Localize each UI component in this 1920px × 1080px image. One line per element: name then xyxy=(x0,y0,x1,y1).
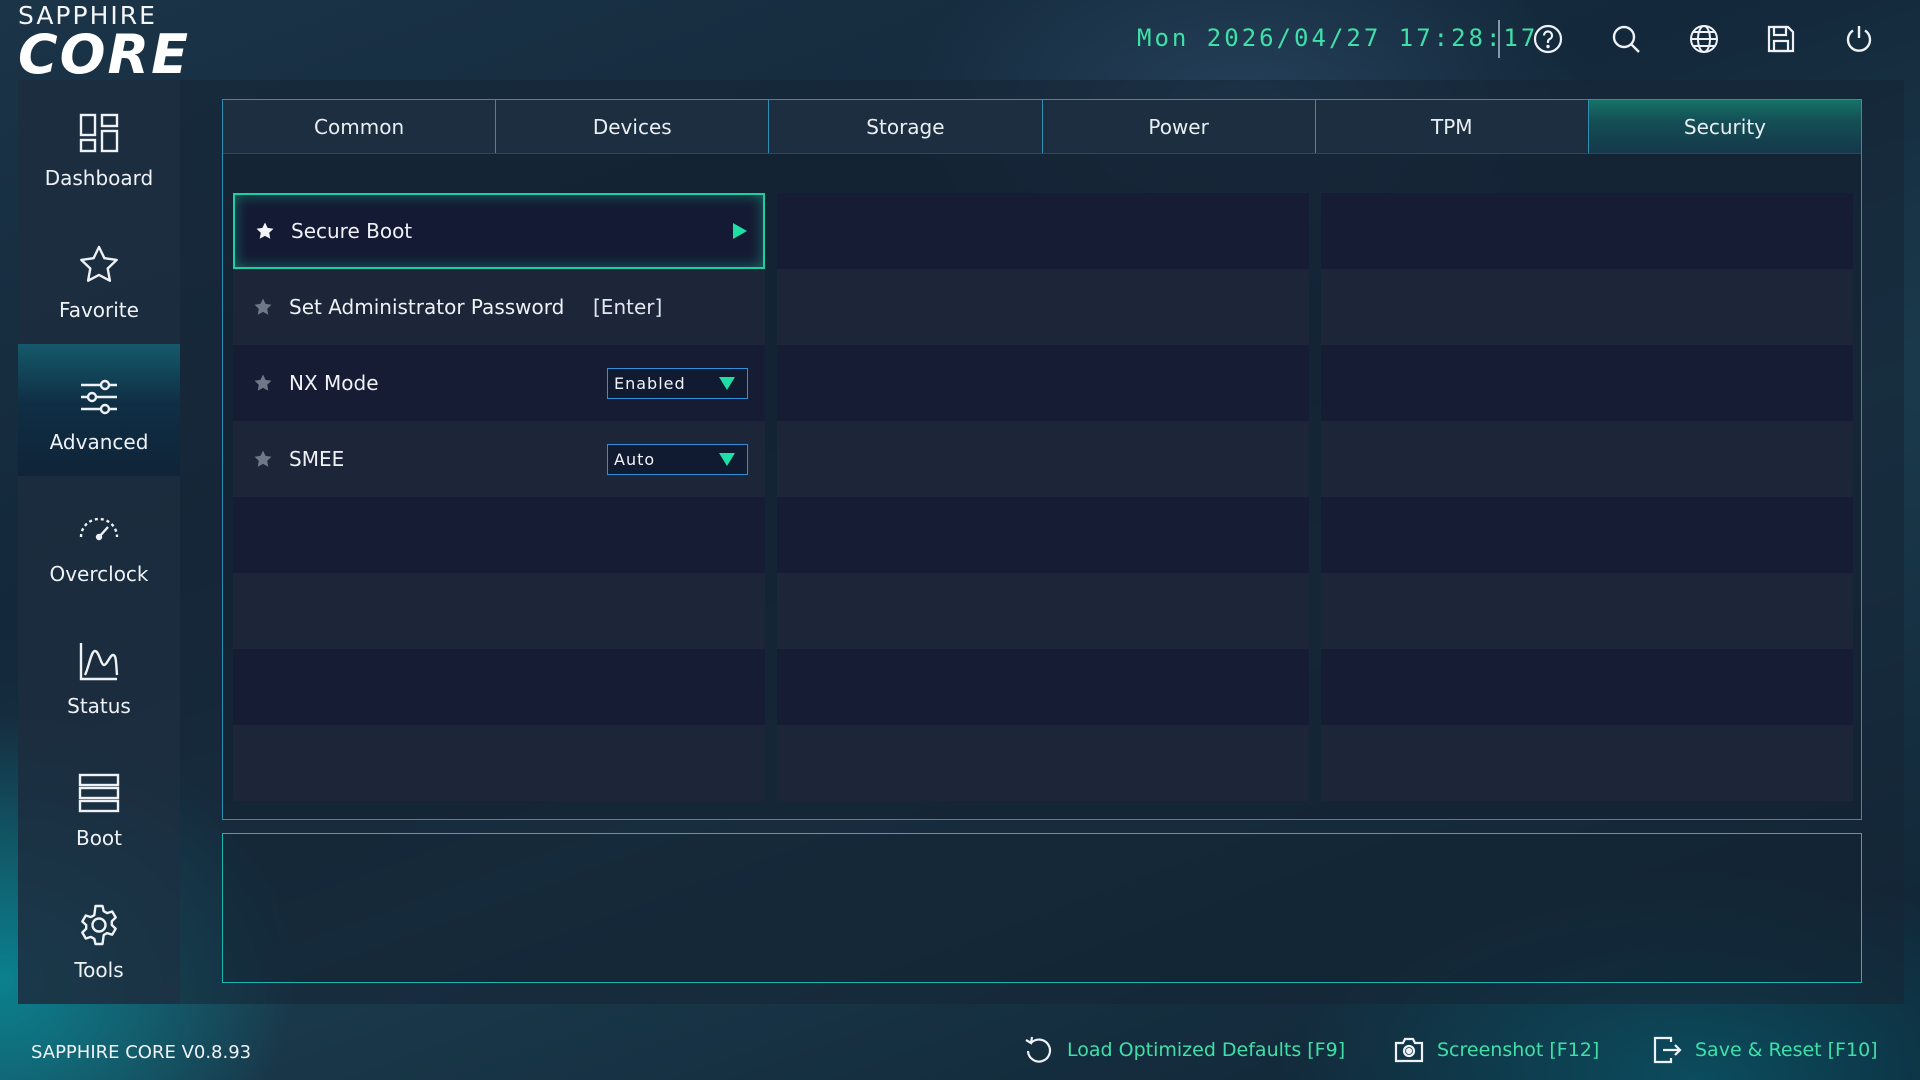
sidebar-item-label: Advanced xyxy=(49,430,149,454)
sidebar-item-label: Tools xyxy=(74,958,124,982)
sidebar-item-label: Dashboard xyxy=(44,166,154,190)
sapphire-core-logo: SAPPHIRE CORE xyxy=(18,2,223,86)
help-description-box xyxy=(222,833,1862,983)
empty-row xyxy=(1321,725,1853,801)
sidebar-item-advanced[interactable]: Advanced xyxy=(18,344,180,476)
favorite-star-icon[interactable] xyxy=(253,449,273,469)
setting-label: Set Administrator Password xyxy=(289,295,565,319)
load-defaults-button[interactable]: Load Optimized Defaults [F9] xyxy=(1023,1032,1345,1068)
tab-devices[interactable]: Devices xyxy=(496,100,770,153)
star-icon xyxy=(76,242,122,288)
empty-row xyxy=(777,497,1309,573)
sidebar-item-overclock[interactable]: Overclock xyxy=(18,476,180,608)
sidebar-item-label: Favorite xyxy=(59,298,139,322)
setting-admin-password[interactable]: Set Administrator Password [Enter] xyxy=(233,269,765,345)
empty-row xyxy=(1321,421,1853,497)
favorite-star-icon[interactable] xyxy=(253,297,273,317)
boot-icon xyxy=(76,770,122,816)
search-icon[interactable] xyxy=(1609,22,1643,56)
version-text: SAPPHIRE CORE V0.8.93 xyxy=(31,1042,252,1063)
tab-bar: Common Devices Storage Power TPM Securit… xyxy=(222,99,1862,154)
exit-icon xyxy=(1653,1036,1682,1064)
sidebar-item-label: Boot xyxy=(75,826,123,850)
setting-smee[interactable]: SMEE Auto xyxy=(233,421,765,497)
tab-storage[interactable]: Storage xyxy=(769,100,1043,153)
setting-label: SMEE xyxy=(289,447,345,471)
chevron-down-icon xyxy=(719,452,735,466)
favorite-star-icon[interactable] xyxy=(253,373,273,393)
globe-icon[interactable] xyxy=(1687,22,1721,56)
dropdown-value: Enabled xyxy=(614,373,686,393)
empty-row xyxy=(1321,497,1853,573)
header-divider xyxy=(1498,20,1500,58)
sidebar-item-dashboard[interactable]: Dashboard xyxy=(18,80,180,212)
setting-secure-boot[interactable]: Secure Boot xyxy=(233,193,765,269)
sidebar-item-label: Overclock xyxy=(49,562,149,586)
chart-icon xyxy=(76,638,122,684)
tab-common[interactable]: Common xyxy=(223,100,497,153)
nx-mode-dropdown[interactable]: Enabled xyxy=(607,367,748,399)
favorite-star-icon[interactable] xyxy=(255,221,275,241)
screenshot-button[interactable]: Screenshot [F12] xyxy=(1393,1032,1599,1068)
tab-tpm[interactable]: TPM xyxy=(1315,100,1589,153)
save-icon[interactable] xyxy=(1764,22,1798,56)
power-icon[interactable] xyxy=(1842,22,1876,56)
empty-row xyxy=(1321,345,1853,421)
setting-nx-mode[interactable]: NX Mode Enabled xyxy=(233,345,765,421)
empty-row xyxy=(1321,193,1853,269)
sliders-icon xyxy=(76,374,122,420)
setting-label: Secure Boot xyxy=(291,219,413,243)
empty-row xyxy=(1321,269,1853,345)
save-reset-button[interactable]: Save & Reset [F10] xyxy=(1651,1032,1878,1068)
tab-security[interactable]: Security xyxy=(1588,100,1862,153)
logo-core-text: CORE xyxy=(18,23,191,86)
dropdown-value: Auto xyxy=(614,449,656,469)
empty-row xyxy=(777,345,1309,421)
empty-row xyxy=(777,649,1309,725)
sidebar-item-status[interactable]: Status xyxy=(18,608,180,740)
sidebar: Dashboard Favorite Advanced Overclock St… xyxy=(18,80,180,1004)
help-icon[interactable] xyxy=(1531,22,1565,56)
reset-icon xyxy=(1025,1036,1052,1063)
save-reset-label: Save & Reset [F10] xyxy=(1695,1039,1878,1061)
chevron-down-icon xyxy=(719,376,735,390)
sidebar-item-label: Status xyxy=(67,694,131,718)
settings-column-2 xyxy=(777,193,1309,801)
dashboard-icon xyxy=(76,110,122,156)
screenshot-label: Screenshot [F12] xyxy=(1437,1039,1600,1061)
empty-row xyxy=(777,193,1309,269)
empty-row xyxy=(1321,573,1853,649)
speedometer-icon xyxy=(76,506,122,552)
submenu-arrow-icon xyxy=(733,223,747,239)
setting-label: NX Mode xyxy=(289,371,379,395)
empty-row xyxy=(777,573,1309,649)
tab-power[interactable]: Power xyxy=(1042,100,1316,153)
empty-row xyxy=(233,573,765,649)
sidebar-item-boot[interactable]: Boot xyxy=(18,740,180,872)
empty-row xyxy=(1321,649,1853,725)
sidebar-item-tools[interactable]: Tools xyxy=(18,872,180,1004)
smee-dropdown[interactable]: Auto xyxy=(607,443,748,475)
datetime-display: Mon 2026/04/27 17:28:17 xyxy=(1137,24,1539,52)
load-defaults-label: Load Optimized Defaults [F9] xyxy=(1067,1039,1346,1061)
empty-row xyxy=(777,269,1309,345)
empty-row xyxy=(233,497,765,573)
camera-icon xyxy=(1394,1037,1424,1063)
empty-row xyxy=(777,421,1309,497)
sidebar-item-favorite[interactable]: Favorite xyxy=(18,212,180,344)
settings-column-1: Secure Boot Set Administrator Password [… xyxy=(233,193,765,801)
empty-row xyxy=(777,725,1309,801)
empty-row xyxy=(233,649,765,725)
settings-column-3 xyxy=(1321,193,1853,801)
gear-icon xyxy=(76,902,122,948)
setting-value[interactable]: [Enter] xyxy=(593,295,662,319)
empty-row xyxy=(233,725,765,801)
